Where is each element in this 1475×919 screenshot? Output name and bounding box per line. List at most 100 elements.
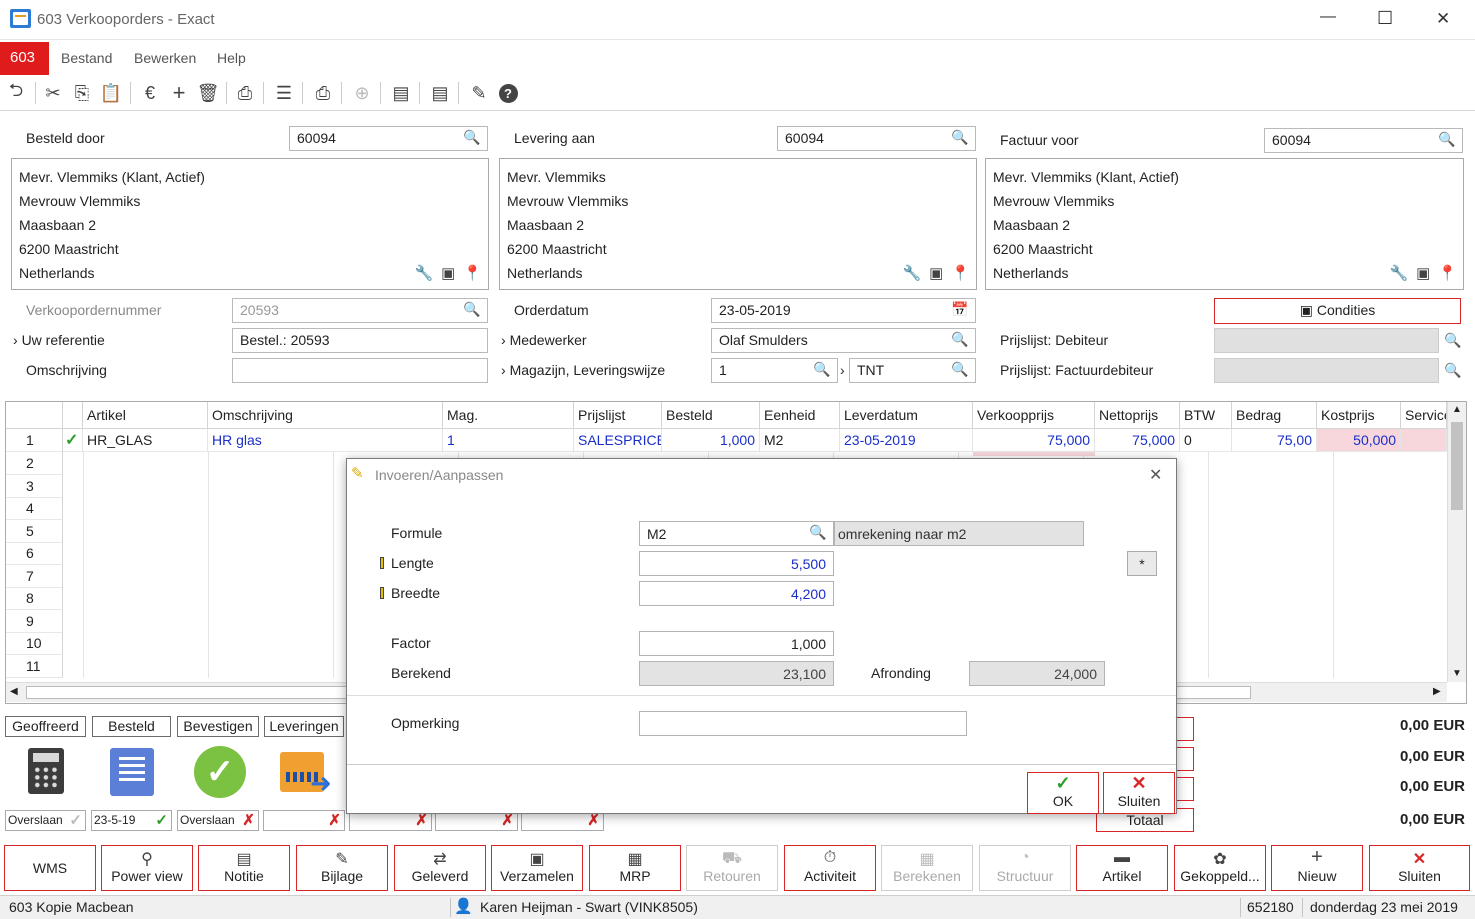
lookup-icon[interactable]: 🔍 [951,331,971,351]
col-kostprijs[interactable]: Kostprijs [1317,402,1401,429]
artikel-button[interactable]: ▬ Artikel [1076,845,1168,891]
sluiten-button[interactable]: ✕ Sluiten [1369,845,1470,891]
calendar-icon[interactable]: 📅 [951,301,971,321]
paste-icon[interactable]: 📋 [98,80,124,106]
wrench-icon[interactable]: 🔧 [1389,262,1408,286]
undo-icon[interactable]: ⮌ [3,80,29,106]
row-number[interactable]: 4 [6,497,63,520]
vertical-scrollbar[interactable]: ▲ ▼ [1447,402,1466,682]
col-omschrijving[interactable]: Omschrijving [208,402,443,429]
employee-field[interactable]: Olaf Smulders 🔍 [711,328,976,353]
list-icon[interactable]: ☰ [271,80,297,106]
col-artikel[interactable]: Artikel [83,402,208,429]
menu-bewerken[interactable]: Bewerken [134,50,196,66]
delete-icon[interactable]: 🗑 [195,80,221,106]
table-cell[interactable]: 1,000 [662,429,760,452]
scroll-up-icon[interactable]: ▲ [1452,404,1462,415]
ok-button[interactable]: ✓ OK [1027,772,1099,814]
scroll-left-icon[interactable]: ◀ [10,686,18,697]
menu-help[interactable]: Help [217,50,246,66]
row-number[interactable]: 7 [6,565,63,588]
company-badge[interactable]: 603 [0,42,49,75]
attachment-icon[interactable]: ✎ [466,80,492,106]
lookup-icon[interactable]: 🔍 [813,361,833,381]
document-list-icon[interactable] [110,748,154,796]
col-service[interactable]: Service [1401,402,1447,429]
row-number[interactable]: 8 [6,587,63,610]
lengte-field[interactable]: 5,500 [639,551,834,576]
gekoppeld-button[interactable]: ✿ Gekoppeld... [1174,845,1266,891]
lookup-icon[interactable]: 🔍 [463,129,483,149]
row-number[interactable]: 10 [6,632,63,655]
row-number[interactable]: 5 [6,520,63,543]
warehouse-field[interactable]: 1 🔍 [711,358,838,383]
status-field[interactable]: 23-5-19 ✓ [91,810,172,831]
table-cell[interactable]: M2 [760,429,840,452]
approved-seal-icon[interactable]: ✓ [194,746,246,798]
col-besteld[interactable]: Besteld [662,402,760,429]
col-leverdatum[interactable]: Leverdatum [840,402,973,429]
col-eenheid[interactable]: Eenheid [760,402,840,429]
table-cell[interactable]: SALESPRICE [574,429,662,452]
total-box[interactable] [1176,717,1194,741]
status-geoffreerd[interactable]: Geoffreerd [5,716,86,737]
preview-icon[interactable]: ⎙ [232,80,258,106]
status-besteld[interactable]: Besteld [92,716,171,737]
nieuw-button[interactable]: + Nieuw [1271,845,1363,891]
col-btw[interactable]: BTW [1180,402,1232,429]
dialog-close-icon[interactable]: ✕ [1149,465,1162,485]
close-icon[interactable]: ✕ [1436,9,1450,29]
minimize-icon[interactable]: — [1320,8,1336,26]
contact-card-icon[interactable]: ▣ [1416,262,1430,286]
maximize-icon[interactable]: ☐ [1377,8,1393,29]
table-cell[interactable]: 1 [443,429,574,452]
verzamelen-button[interactable]: ▣ Verzamelen [491,845,583,891]
factor-field[interactable]: 1,000 [639,631,834,656]
activiteit-button[interactable]: ⏱ Activiteit [784,845,876,891]
lookup-icon[interactable]: 🔍 [951,129,971,149]
lookup-icon[interactable]: 🔍 [1438,131,1458,151]
col-verkoopprijs[interactable]: Verkoopprijs [973,402,1095,429]
location-pin-icon[interactable]: 📍 [951,262,970,286]
mrp-button[interactable]: ▦ MRP [589,845,681,891]
row-number[interactable]: 1 [6,429,63,452]
status-bevestigen[interactable]: Bevestigen [177,716,259,737]
col-prijslijst[interactable]: Prijslijst [574,402,662,429]
table-cell[interactable]: 75,000 [1095,429,1180,452]
contact-card-icon[interactable]: ▣ [441,262,455,286]
calculator-icon[interactable] [28,748,64,794]
col-nettoprijs[interactable]: Nettoprijs [1095,402,1180,429]
lookup-icon[interactable]: 🔍 [951,361,971,381]
ordered-by-code[interactable]: 60094 🔍 [289,126,488,151]
reference-field[interactable]: Bestel.: 20593 [232,328,488,353]
row-number[interactable]: 9 [6,610,63,633]
table-cell[interactable]: 0 [1180,429,1232,452]
breedte-field[interactable]: 4,200 [639,581,834,606]
row-number[interactable]: 6 [6,542,63,565]
note2-icon[interactable]: ▤ [427,80,453,106]
conditions-button[interactable]: ▣ Condities [1214,298,1461,324]
table-cell[interactable]: HR_GLAS [83,429,208,452]
scroll-down-icon[interactable]: ▼ [1452,668,1462,679]
row-number[interactable]: 11 [6,655,63,678]
print-icon[interactable]: ⎙ [310,80,336,106]
add-icon[interactable]: + [166,80,192,106]
description-field[interactable] [232,358,488,383]
table-cell[interactable] [1401,429,1447,452]
col-bedrag[interactable]: Bedrag [1232,402,1317,429]
opmerking-field[interactable] [639,711,967,736]
table-cell[interactable]: HR glas [208,429,443,452]
table-cell[interactable]: 75,00 [1232,429,1317,452]
col-mag[interactable]: Mag. [443,402,574,429]
help-icon[interactable]: ? [495,80,521,106]
location-pin-icon[interactable]: 📍 [463,262,482,286]
status-field[interactable]: ✗ [263,810,345,831]
scroll-thumb[interactable] [1451,422,1463,510]
note-icon[interactable]: ▤ [388,80,414,106]
delivery-method-field[interactable]: TNT 🔍 [849,358,976,383]
menu-bestand[interactable]: Bestand [61,50,112,66]
notitie-button[interactable]: ▤ Notitie [198,845,290,891]
cut-icon[interactable]: ✂ [40,80,66,106]
bijlage-button[interactable]: ✎ Bijlage [296,845,388,891]
contact-card-icon[interactable]: ▣ [929,262,943,286]
